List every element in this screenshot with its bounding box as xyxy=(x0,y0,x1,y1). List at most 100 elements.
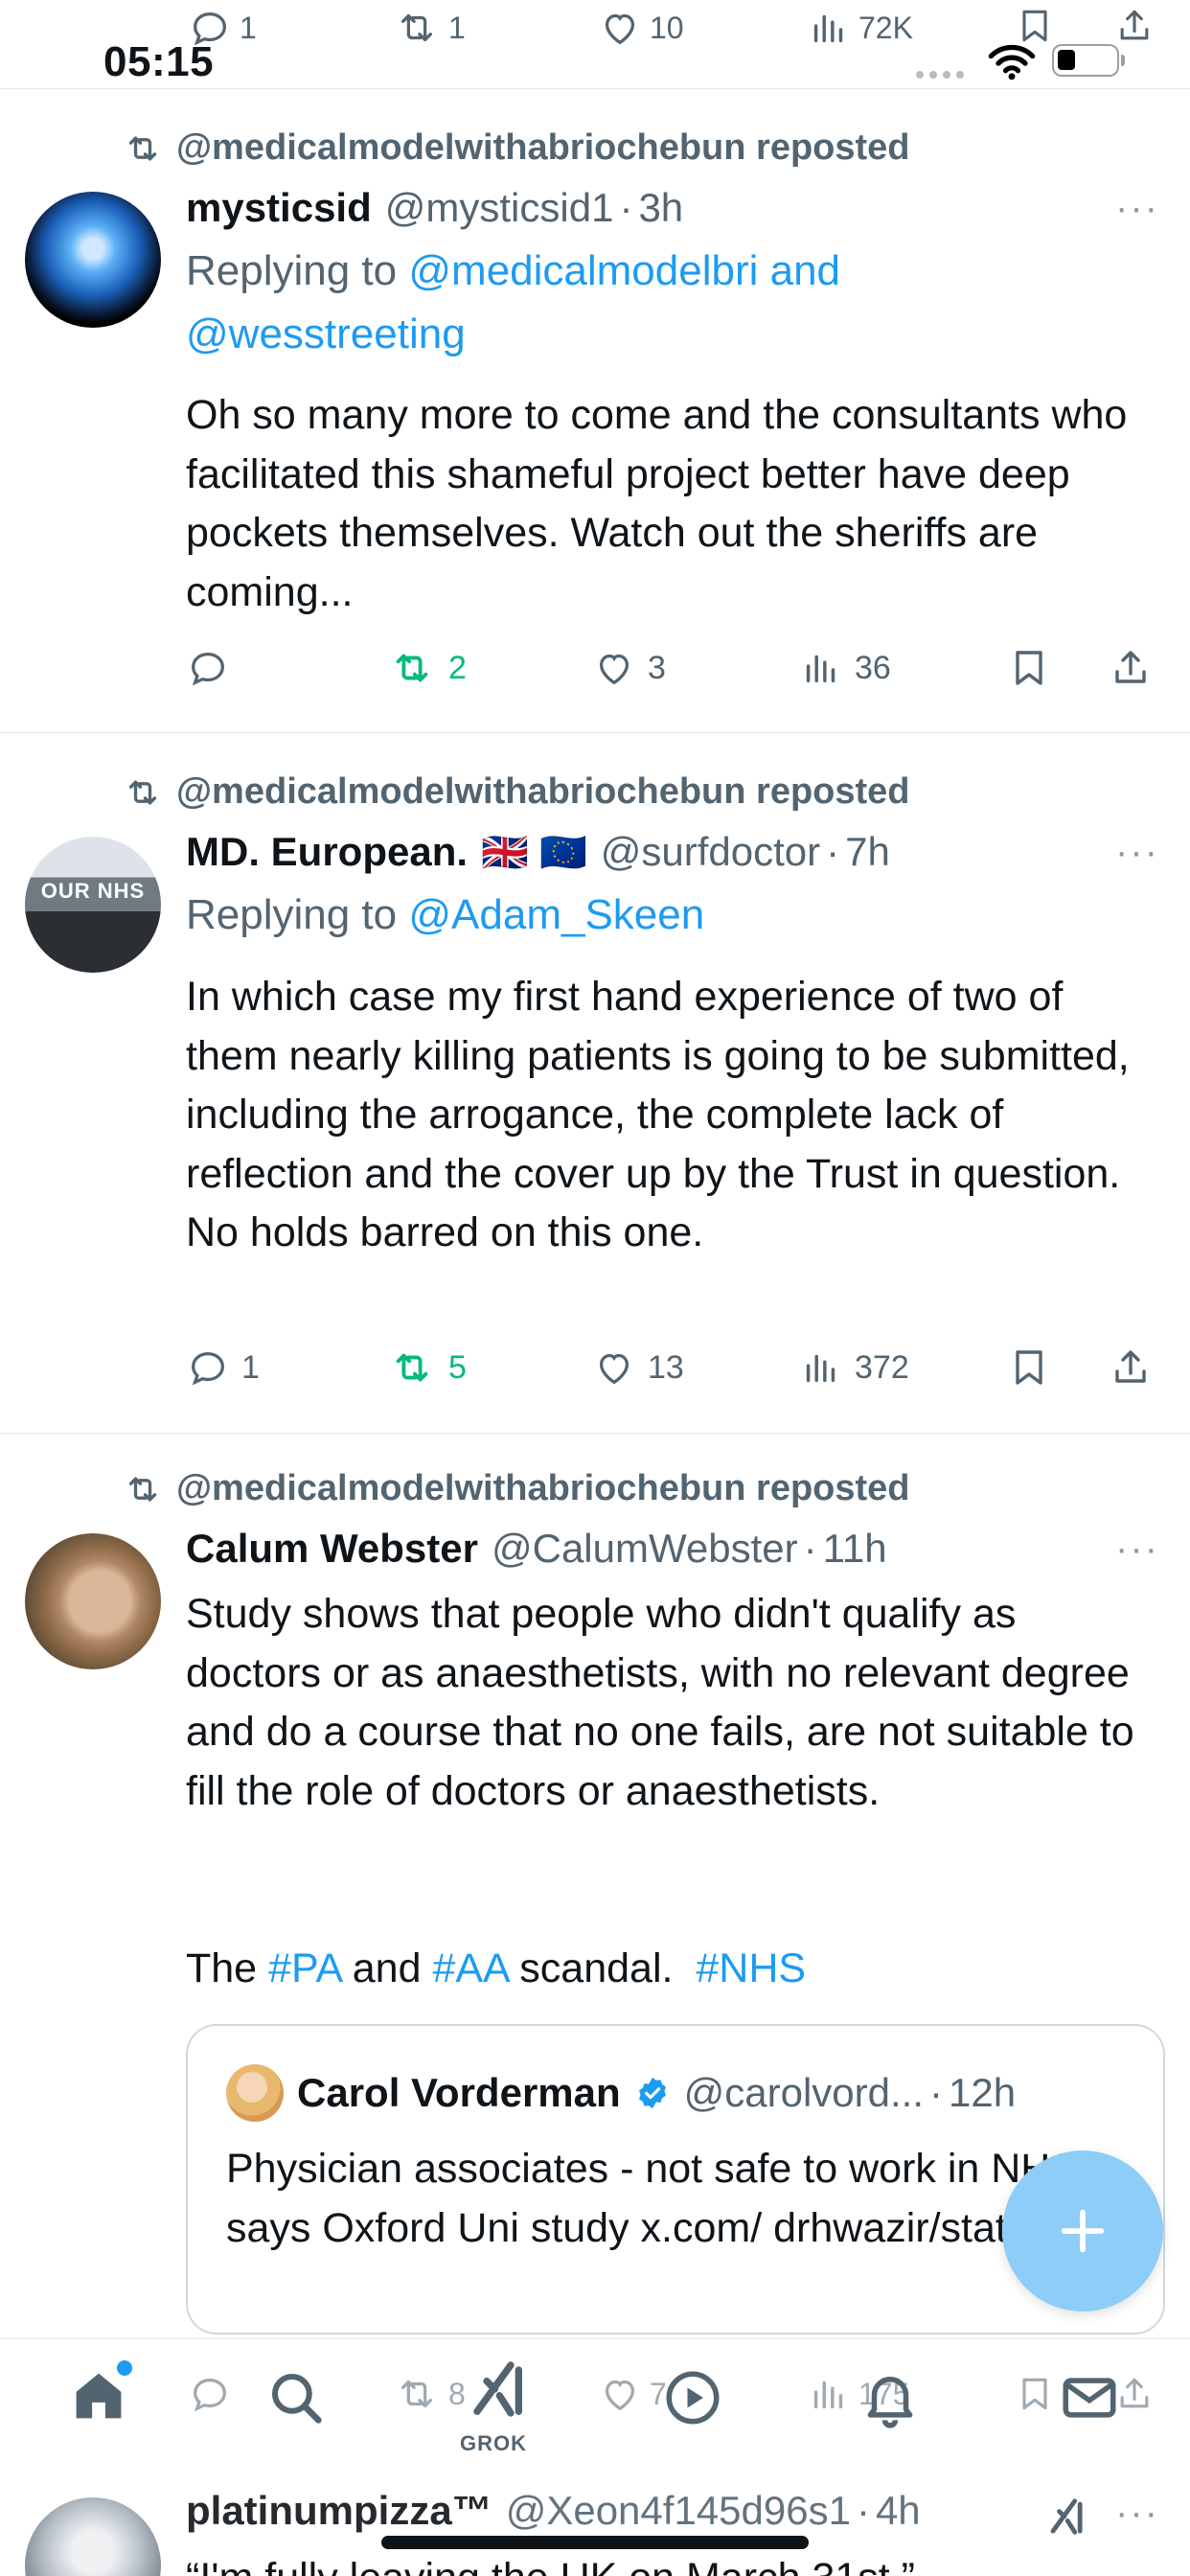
tweet-card[interactable]: @medicalmodelwithabriochebun reposted OU… xyxy=(0,733,1190,1434)
repost-icon xyxy=(396,654,428,682)
repost-indicator: @medicalmodelwithabriochebun reposted xyxy=(123,127,910,169)
separator-dot: · xyxy=(856,2488,870,2533)
replying-to: Replying to @Adam_Skeen xyxy=(186,884,704,947)
author-name[interactable]: mysticsid xyxy=(186,185,372,231)
replying-to-prefix: Replying to xyxy=(186,247,398,294)
views-button[interactable]: 372 xyxy=(799,1346,1006,1390)
author-handle[interactable]: @Xeon4f145d96s1 xyxy=(506,2488,851,2534)
tweet-time[interactable]: 11h xyxy=(823,1526,887,1572)
author-name[interactable]: MD. European. xyxy=(186,829,468,875)
author-handle[interactable]: @CalumWebster xyxy=(492,1526,798,1572)
hashtag-link[interactable]: #NHS xyxy=(696,1945,806,1991)
replying-to-users[interactable]: @Adam_Skeen xyxy=(408,891,704,938)
tweet-time[interactable]: 4h xyxy=(876,2488,921,2534)
top-repost-stat[interactable]: 1 xyxy=(393,6,466,50)
quoted-author-name: Carol Vorderman xyxy=(297,2070,621,2115)
top-reply-count: 1 xyxy=(240,10,257,45)
repost-button[interactable]: 2 xyxy=(387,646,592,690)
reply-button[interactable]: 1 xyxy=(186,1346,387,1390)
more-options-icon[interactable]: ··· xyxy=(1115,1528,1159,1571)
repost-count: 5 xyxy=(448,1348,467,1386)
author-name[interactable]: platinumpizza™ xyxy=(186,2488,492,2534)
play-icon xyxy=(666,2371,720,2425)
search-icon xyxy=(271,2373,322,2424)
like-button[interactable]: 13 xyxy=(592,1346,799,1390)
nav-video[interactable] xyxy=(661,2366,724,2434)
bookmark-icon[interactable] xyxy=(1006,645,1052,691)
grok-icon xyxy=(473,2361,522,2417)
tweet-card[interactable]: platinumpizza™ @Xeon4f145d96s1 · 4h ··· … xyxy=(0,2465,1190,2576)
nav-notifications[interactable] xyxy=(858,2366,922,2434)
top-like-stat[interactable]: 10 xyxy=(598,6,684,50)
quoted-time: 12h xyxy=(949,2070,1017,2115)
like-count: 13 xyxy=(648,1348,684,1386)
nav-search[interactable] xyxy=(264,2366,328,2434)
hashtag-link[interactable]: #AA xyxy=(432,1945,508,1991)
repost-indicator: @medicalmodelwithabriochebun reposted xyxy=(123,1468,910,1509)
quoted-author-handle: @carolvord... xyxy=(683,2070,925,2115)
nav-grok[interactable] xyxy=(458,2351,535,2432)
repost-icon xyxy=(128,1477,157,1501)
reposted-by-text: @medicalmodelwithabriochebun reposted xyxy=(176,1468,910,1508)
share-icon[interactable] xyxy=(1108,645,1154,691)
like-button[interactable]: 3 xyxy=(592,646,799,690)
author-name[interactable]: Calum Webster xyxy=(186,1526,478,1572)
tweet-card[interactable]: @medicalmodelwithabriochebun reposted my… xyxy=(0,89,1190,733)
views-button[interactable]: 36 xyxy=(799,646,1006,690)
top-views-stat[interactable]: 72K xyxy=(807,6,913,50)
more-options-icon[interactable]: ··· xyxy=(1115,831,1159,874)
reply-icon xyxy=(192,1351,224,1386)
text-segment: scandal. xyxy=(519,1945,674,1991)
plus-icon xyxy=(1061,2209,1105,2253)
avatar[interactable] xyxy=(25,2497,161,2576)
battery-icon xyxy=(1052,44,1125,77)
top-repost-count: 1 xyxy=(448,10,466,45)
reply-button[interactable] xyxy=(186,646,387,690)
separator-dot: · xyxy=(826,829,840,874)
share-icon[interactable] xyxy=(1108,1345,1154,1391)
views-icon xyxy=(806,655,835,683)
repost-icon xyxy=(400,13,433,42)
tweet-text: Oh so many more to come and the consulta… xyxy=(186,392,1128,615)
share-icon[interactable] xyxy=(1113,4,1156,48)
x-logo-icon xyxy=(1050,2498,1083,2535)
replying-to-users[interactable]: @medicalmodelbri and xyxy=(408,247,840,294)
avatar[interactable] xyxy=(25,1533,161,1669)
replying-to-users[interactable]: @wesstreeting xyxy=(186,310,466,357)
quoted-text: Physician associates - not safe to work … xyxy=(226,2146,1079,2251)
tweet-time[interactable]: 3h xyxy=(638,185,683,231)
bell-icon xyxy=(867,2377,913,2428)
avatar[interactable]: OUR NHS xyxy=(25,837,161,973)
tweet-text: “I'm fully leaving the UK on March 31st.… xyxy=(186,2549,1154,2576)
verified-badge-icon xyxy=(638,2077,666,2109)
bookmark-icon[interactable] xyxy=(1006,1345,1052,1391)
views-icon xyxy=(813,2380,843,2409)
top-views-count: 72K xyxy=(858,10,913,45)
repost-count: 2 xyxy=(448,649,467,686)
compose-button[interactable] xyxy=(1002,2150,1163,2312)
repost-icon xyxy=(396,1353,428,1382)
avatar[interactable] xyxy=(25,192,161,328)
quoted-tweet-card[interactable]: Carol Vorderman @carolvord... · 12h Phys… xyxy=(186,2024,1165,2334)
bottom-navigation: 8 7 175 GROK xyxy=(0,2338,1190,2464)
quoted-avatar xyxy=(226,2064,284,2122)
nav-home[interactable] xyxy=(67,2358,134,2432)
reply-icon xyxy=(192,652,224,686)
top-like-count: 10 xyxy=(650,10,684,45)
like-count: 3 xyxy=(648,649,666,686)
author-handle[interactable]: @mysticsid1 xyxy=(385,185,614,231)
tweet-time[interactable]: 7h xyxy=(845,829,890,875)
quoted-author-row: Carol Vorderman @carolvord... · 12h xyxy=(226,2064,1016,2122)
repost-button[interactable]: 5 xyxy=(387,1346,592,1390)
nav-messages[interactable] xyxy=(1058,2366,1121,2434)
author-handle[interactable]: @surfdoctor xyxy=(601,829,820,875)
author-row: mysticsid @mysticsid1 · 3h xyxy=(186,185,683,231)
tweet-hashtags-line: The #PA and #AA scandal. #NHS xyxy=(186,1940,1154,1999)
tweet-text: In which case my first hand experience o… xyxy=(186,974,1130,1255)
status-time: 05:15 xyxy=(103,38,215,85)
more-options-icon[interactable]: ··· xyxy=(1115,187,1159,230)
repost-indicator: @medicalmodelwithabriochebun reposted xyxy=(123,771,910,813)
hashtag-link[interactable]: #PA xyxy=(268,1945,341,1991)
more-options-icon[interactable]: ··· xyxy=(1115,2492,1159,2535)
notification-dot xyxy=(115,2358,134,2378)
